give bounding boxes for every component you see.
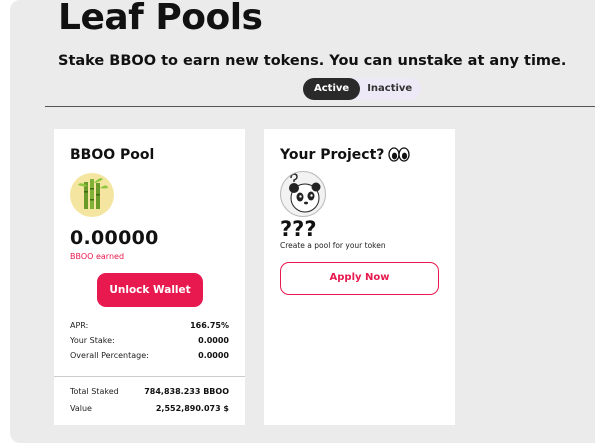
- earned-label: BBOO earned: [70, 252, 125, 261]
- total-label: Value: [70, 404, 92, 413]
- total-value: 2,552,890.073 $: [155, 404, 229, 413]
- page-title: Leaf Pools: [58, 0, 263, 38]
- stat-label: APR:: [70, 321, 89, 330]
- stat-row-apr: APR: 166.75%: [70, 318, 229, 333]
- bboo-pool-card: BBOO Pool 0.00000 BBOO earned Unlock Wal…: [54, 129, 245, 425]
- unlock-wallet-button[interactable]: Unlock Wallet: [97, 273, 203, 307]
- earned-value: 0.00000: [70, 227, 159, 249]
- total-value: 784,838.233 BBOO: [144, 387, 229, 396]
- bamboo-icon: [70, 173, 114, 217]
- project-card-title: Your Project?: [280, 147, 411, 166]
- stat-row-overall-percentage: Overall Percentage: 0.0000: [70, 348, 229, 363]
- total-label: Total Staked: [70, 387, 119, 396]
- card-divider: [54, 376, 245, 377]
- panda-icon: [280, 171, 326, 217]
- inactive-filter-button[interactable]: Inactive: [360, 78, 421, 100]
- active-inactive-toggle: Active Inactive: [303, 78, 422, 100]
- total-row-staked: Total Staked 784,838.233 BBOO: [70, 383, 229, 400]
- your-project-card: Your Project? ??? Create a pool for your…: [264, 129, 455, 425]
- section-divider: [45, 106, 595, 107]
- active-filter-button[interactable]: Active: [303, 78, 361, 100]
- apply-now-button[interactable]: Apply Now: [280, 262, 439, 295]
- pool-card-title: BBOO Pool: [70, 147, 155, 163]
- pools-page: Leaf Pools Stake BBOO to earn new tokens…: [10, 0, 595, 443]
- page-subtitle: Stake BBOO to earn new tokens. You can u…: [58, 53, 567, 69]
- stat-label: Overall Percentage:: [70, 351, 149, 360]
- project-title-text: Your Project?: [280, 147, 385, 163]
- stat-label: Your Stake:: [70, 336, 115, 345]
- stat-row-your-stake: Your Stake: 0.0000: [70, 333, 229, 348]
- stat-value: 0.0000: [198, 336, 229, 345]
- eyes-icon: [388, 147, 411, 166]
- total-row-value: Value 2,552,890.073 $: [70, 400, 229, 417]
- stat-value: 166.75%: [190, 321, 229, 330]
- project-heading: ???: [280, 217, 317, 241]
- stat-value: 0.0000: [198, 351, 229, 360]
- pool-stats: APR: 166.75% Your Stake: 0.0000 Overall …: [70, 318, 229, 363]
- project-description: Create a pool for your token: [280, 241, 386, 250]
- pool-totals: Total Staked 784,838.233 BBOO Value 2,55…: [70, 383, 229, 417]
